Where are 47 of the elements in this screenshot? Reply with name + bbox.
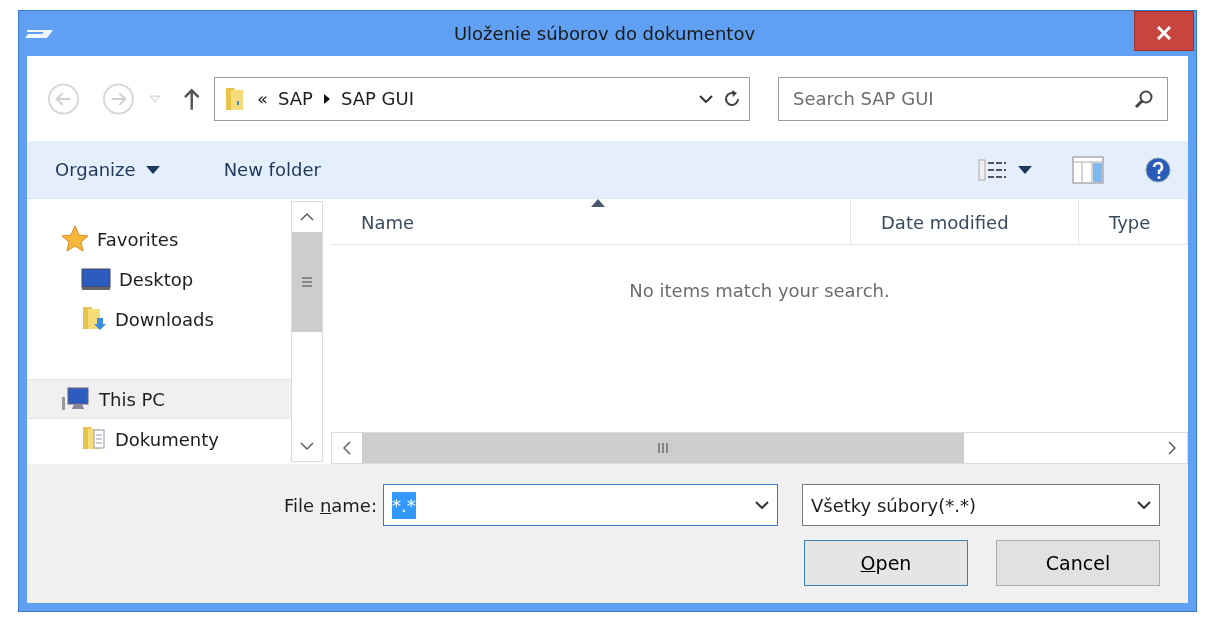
up-arrow-icon[interactable] <box>182 86 200 111</box>
folder-download-icon <box>81 305 107 333</box>
star-icon <box>61 225 89 253</box>
navigation-item[interactable]: Favorites <box>27 219 291 259</box>
toolbar-button[interactable]: New folder <box>211 152 333 187</box>
file-type-dropdown[interactable]: Všetky súbory(*.*) <box>802 484 1160 526</box>
refresh-icon[interactable] <box>723 88 741 109</box>
breadcrumb-item[interactable]: SAP GUI <box>340 85 415 112</box>
scroll-left-icon[interactable] <box>343 441 351 455</box>
chevron-down-icon[interactable] <box>755 501 769 509</box>
help-icon[interactable] <box>1144 155 1172 184</box>
breadcrumb-arrow-icon[interactable] <box>322 92 331 105</box>
grip-icon[interactable] <box>658 443 668 453</box>
close-button[interactable] <box>1134 11 1194 51</box>
caret-icon[interactable] <box>1018 165 1032 174</box>
scroll-right-icon[interactable] <box>1168 441 1176 455</box>
computer-icon <box>61 385 91 413</box>
search-field[interactable]: Search SAP GUI <box>778 76 1168 121</box>
address-bar[interactable]: « SAP SAP GUI <box>214 76 750 121</box>
view-options-icon[interactable] <box>978 157 1008 182</box>
breadcrumb-overflow[interactable]: « <box>257 85 268 112</box>
empty-message: No items match your search. <box>629 279 890 303</box>
column-header[interactable]: Date modified <box>851 199 1079 244</box>
navigation-item[interactable]: Desktop <box>27 259 291 299</box>
toolbar-button[interactable]: Organize <box>43 152 172 187</box>
column-header[interactable]: Name <box>331 199 851 244</box>
close-icon[interactable] <box>1157 25 1171 40</box>
dialog-button[interactable]: Open <box>804 540 968 586</box>
monitor-icon <box>81 265 111 293</box>
column-header[interactable]: Type <box>1079 199 1188 244</box>
vertical-scrollbar[interactable] <box>291 201 323 462</box>
search-icon[interactable] <box>1134 88 1154 109</box>
caret-icon[interactable] <box>145 165 160 174</box>
app-icon <box>25 27 53 40</box>
dialog-button[interactable]: Cancel <box>996 540 1160 586</box>
window-title: Uloženie súborov do dokumentov <box>452 22 757 46</box>
horizontal-scrollbar[interactable] <box>331 432 1188 464</box>
navigation-item[interactable]: This PC <box>27 379 291 419</box>
grip-icon[interactable] <box>302 277 312 287</box>
navigation-item[interactable]: Dokumenty <box>27 419 291 459</box>
navigation-item[interactable]: Downloads <box>27 299 291 339</box>
chevron-down-icon[interactable] <box>699 94 713 103</box>
scroll-up-icon[interactable] <box>300 213 314 221</box>
breadcrumb-item[interactable]: SAP <box>278 85 313 112</box>
scroll-down-icon[interactable] <box>300 442 314 450</box>
file-name-label: File name: <box>284 493 377 518</box>
chevron-down-icon[interactable] <box>1137 501 1151 509</box>
